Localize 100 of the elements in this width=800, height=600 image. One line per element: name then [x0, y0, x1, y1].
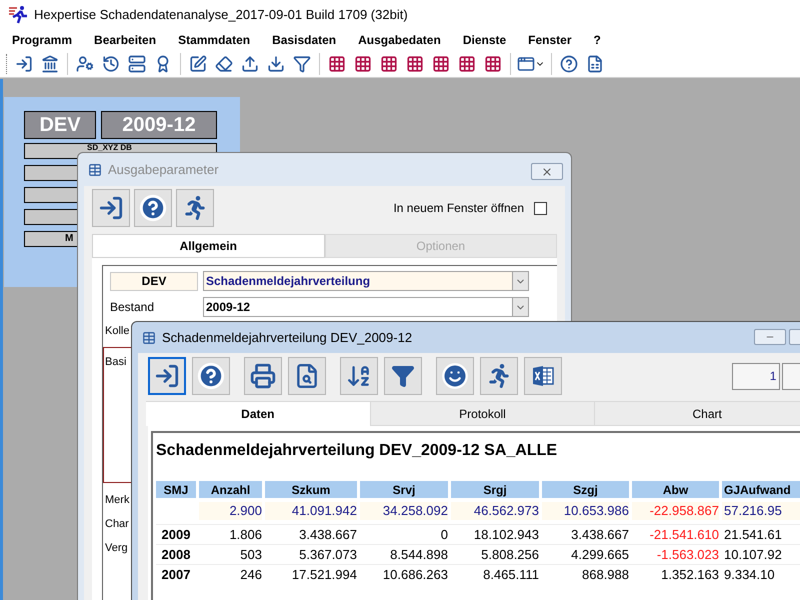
menu-item[interactable]: Dienste — [454, 31, 514, 49]
menu-item[interactable]: Bearbeiten — [86, 31, 164, 49]
tab[interactable]: Chart — [595, 401, 800, 426]
field-label: Verg — [105, 540, 128, 554]
document-search-icon — [294, 363, 320, 389]
smiley-button[interactable] — [436, 357, 474, 395]
window-title: Hexpertise Schadendatenanalyse_2017-09-01 Build 1709 (32bit) — [34, 6, 408, 24]
preview-button[interactable] — [288, 357, 326, 395]
field-label: Char — [105, 516, 129, 530]
filter-icon — [391, 364, 415, 388]
grid-table-icon — [432, 54, 450, 72]
tab[interactable]: Protokoll — [370, 401, 596, 426]
printer-icon — [250, 363, 276, 389]
result-window-title: Schadenmeldejahrverteilung DEV_2009-12 — [162, 328, 412, 347]
menu-item[interactable]: Fenster — [520, 31, 580, 49]
eraser-icon — [215, 54, 233, 72]
table-cell-text: 5.808.256 — [480, 546, 539, 564]
run-button[interactable] — [176, 189, 214, 227]
table-cell-text: 503 — [239, 546, 262, 564]
table-cell: 41.091.942 — [265, 502, 357, 520]
exit-door-icon — [154, 363, 180, 389]
stock-dropdown[interactable]: 2009-12 — [203, 297, 529, 317]
status-tile: DEV — [24, 111, 96, 139]
running-person-icon — [183, 196, 207, 220]
report-title: Schadenmeldejahrverteilung DEV_2009-12 SA_ALLE — [156, 441, 558, 461]
filter-icon — [293, 54, 311, 72]
close-button[interactable] — [531, 163, 563, 180]
table-cell-text: 10.686.263 — [382, 566, 448, 584]
row-header: 2008 — [160, 546, 192, 564]
table-cell-text: -1.563.023 — [656, 546, 719, 564]
grid-table-icon — [484, 54, 502, 72]
page-field[interactable]: 1 — [732, 362, 780, 390]
status-tile: 2009-12 — [101, 111, 217, 139]
window-icon — [517, 54, 535, 72]
table-cell-text: 1.352.163 — [660, 566, 719, 584]
table-cell-text: 8.544.898 — [389, 546, 448, 564]
help-button[interactable] — [192, 357, 230, 395]
column-header: Szgj — [542, 481, 629, 498]
menu-item[interactable]: Ausgabedaten — [350, 31, 449, 49]
table-cell: 10.653.986 — [542, 502, 629, 520]
table-cell: 57.216.95 — [722, 502, 800, 520]
menu-item[interactable]: ? — [586, 31, 609, 49]
grid-table-icon — [328, 54, 346, 72]
table-cell-text: 0 — [440, 526, 448, 544]
table-cell: 2.900 — [199, 502, 262, 520]
filter-button[interactable] — [384, 357, 422, 395]
tab[interactable]: Allgemein — [92, 234, 324, 258]
table-cell-text: 868.988 — [581, 566, 629, 584]
help-button[interactable] — [134, 189, 172, 227]
smiley-icon — [441, 362, 469, 390]
group-label: Basi — [105, 354, 126, 370]
table-cell-text: 4.299.665 — [570, 546, 629, 564]
help-icon — [139, 194, 167, 222]
help-icon — [197, 362, 225, 390]
tab[interactable]: Daten — [146, 401, 371, 426]
checkbox[interactable] — [534, 202, 547, 214]
table-cell-text: 3.438.667 — [570, 526, 629, 544]
table-cell-text: -21.541.610 — [648, 526, 719, 544]
column-header: SMJ — [156, 481, 196, 498]
field-label: Merk — [105, 492, 130, 506]
excel-button[interactable] — [524, 357, 562, 395]
menu-item[interactable]: Stammdaten — [170, 31, 258, 49]
menu-item[interactable]: Programm — [4, 31, 80, 49]
runner-logo-icon — [8, 5, 28, 25]
field-label: Kolle — [105, 324, 130, 339]
exit-door-icon — [15, 54, 33, 72]
checkbox-label: In neuem Fenster öffnen — [393, 200, 524, 217]
grid-table-icon — [380, 54, 398, 72]
sort-az-icon — [346, 363, 372, 389]
table-cell-text: 246 — [239, 566, 262, 584]
restore-icon — [102, 54, 120, 72]
table-cell-text: 9.334.10 — [723, 566, 776, 584]
table-cell: 34.258.092 — [360, 502, 448, 520]
table-cell-text: 18.102.943 — [472, 526, 539, 544]
running-person-icon — [487, 364, 511, 388]
exit-door-icon — [98, 195, 124, 221]
table-icon — [142, 330, 156, 344]
column-header: Anzahl — [199, 481, 262, 498]
upload-icon — [241, 54, 259, 72]
exit-button[interactable] — [92, 189, 130, 227]
sort-button[interactable] — [340, 357, 378, 395]
table-cell-text: 1.806 — [228, 526, 262, 544]
edit-icon — [189, 54, 207, 72]
grid-table-icon — [354, 54, 372, 72]
table-cell-text: 10.107.92 — [723, 546, 783, 564]
table-cell: -22.958.867 — [632, 502, 719, 520]
user-gear-icon — [76, 54, 94, 72]
report-dropdown[interactable]: Schadenmeldejahrverteilung — [203, 271, 529, 291]
row-header: 2009 — [160, 526, 192, 544]
table-cell-text: 5.367.073 — [298, 546, 357, 564]
exit-button[interactable] — [148, 357, 186, 395]
menu-item[interactable]: Basisdaten — [264, 31, 344, 49]
table-cell-text: 17.521.994 — [290, 566, 357, 584]
print-button[interactable] — [244, 357, 282, 395]
grid-table-icon — [406, 54, 424, 72]
column-header: GJAufwand — [722, 481, 800, 498]
bank-icon — [41, 54, 59, 72]
spreadsheet-icon — [586, 54, 604, 72]
run-button[interactable] — [480, 357, 518, 395]
help-icon — [560, 54, 578, 72]
